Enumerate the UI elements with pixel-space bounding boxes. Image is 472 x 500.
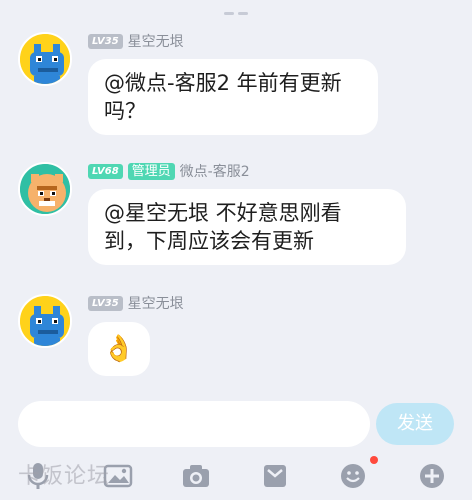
username[interactable]: 星空无垠 xyxy=(128,293,184,313)
message-meta: LV35 星空无垠 xyxy=(88,32,184,50)
level-badge: LV68 xyxy=(88,163,123,179)
chat-message: LV68 管理员 微点-客服2 @星空无垠 不好意思刚看 到，下周应该会有更新 xyxy=(18,162,458,272)
chat-message: LV35 星空无垠 👌 xyxy=(18,294,458,384)
microphone-icon[interactable] xyxy=(18,457,58,495)
avatar[interactable] xyxy=(18,294,72,348)
admin-badge: 管理员 xyxy=(127,162,175,180)
username[interactable]: 微点-客服2 xyxy=(180,161,250,181)
level-badge: LV35 xyxy=(88,295,123,311)
level-badge: LV35 xyxy=(88,33,123,49)
notification-dot xyxy=(370,456,378,464)
top-divider xyxy=(0,0,472,15)
avatar[interactable] xyxy=(18,32,72,86)
message-composer: 发送 xyxy=(0,395,472,455)
plus-icon[interactable] xyxy=(412,457,452,495)
chat-message: LV35 星空无垠 @微点-客服2 年前有更新 吗？ xyxy=(18,32,458,142)
message-text-line: @星空无垠 不好意思刚看 xyxy=(104,201,342,225)
message-bubble[interactable]: 👌 xyxy=(88,322,150,376)
username[interactable]: 星空无垠 xyxy=(128,31,184,51)
message-meta: LV68 管理员 微点-客服2 xyxy=(88,162,250,180)
mailbox-icon[interactable] xyxy=(255,457,295,495)
message-bubble[interactable]: @星空无垠 不好意思刚看 到，下周应该会有更新 xyxy=(88,189,406,265)
input-toolbar xyxy=(0,455,472,500)
avatar[interactable] xyxy=(18,162,72,216)
image-icon[interactable] xyxy=(98,457,138,495)
emoji-icon[interactable] xyxy=(333,457,373,495)
message-text-line: @微点-客服2 年前有更新 xyxy=(104,71,342,95)
message-text-line: 到，下周应该会有更新 xyxy=(104,229,314,253)
message-text-line: 吗？ xyxy=(104,99,146,123)
message-input[interactable] xyxy=(18,401,370,447)
send-button[interactable]: 发送 xyxy=(376,403,454,445)
ok-hand-emoji: 👌 xyxy=(102,334,136,364)
message-bubble[interactable]: @微点-客服2 年前有更新 吗？ xyxy=(88,59,378,135)
message-meta: LV35 星空无垠 xyxy=(88,294,184,312)
camera-icon[interactable] xyxy=(176,457,216,495)
